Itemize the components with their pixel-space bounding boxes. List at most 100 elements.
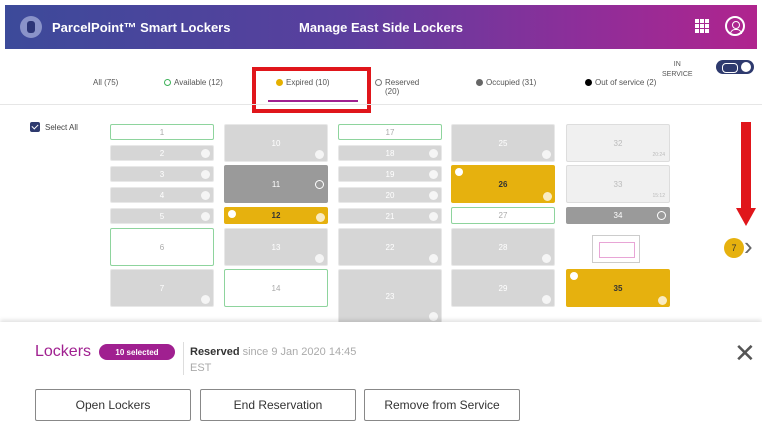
package-icon <box>316 213 325 222</box>
status-detail: since 9 Jan 2020 14:45 <box>239 346 357 358</box>
tab-out-of-service-label: Out of service (2) <box>595 78 657 87</box>
tab-occupied-label: Occupied (31) <box>486 78 537 87</box>
locker-11[interactable]: 11 <box>224 165 328 203</box>
app-header: ParcelPoint™ Smart Lockers Manage East S… <box>5 5 757 49</box>
locker-14[interactable]: 14 <box>224 269 328 307</box>
locker-29[interactable]: 29 <box>451 269 555 307</box>
locker-34[interactable]: 34 <box>566 207 670 224</box>
locker-21[interactable]: 21 <box>338 208 442 224</box>
end-reservation-button[interactable]: End Reservation <box>200 389 356 421</box>
tab-available[interactable]: Available (12) <box>164 78 223 87</box>
locker-time: 15:12 <box>652 193 665 199</box>
package-icon <box>201 170 210 179</box>
locker-17[interactable]: 17 <box>338 124 442 140</box>
filters-divider <box>0 104 762 105</box>
package-icon <box>429 149 438 158</box>
package-icon <box>543 192 552 201</box>
status-label: Reserved <box>190 346 240 358</box>
remove-from-service-button[interactable]: Remove from Service <box>364 389 520 421</box>
selected-count-badge: 10 selected <box>99 344 175 360</box>
tab-occupied[interactable]: Occupied (31) <box>476 78 536 87</box>
blocked-icon <box>315 179 324 189</box>
locker-1[interactable]: 1 <box>110 124 214 140</box>
locker-number: 12 <box>271 211 281 220</box>
package-icon <box>315 254 324 263</box>
locker-20[interactable]: 20 <box>338 187 442 203</box>
chevron-right-icon[interactable]: › <box>744 233 753 259</box>
open-lockers-button[interactable]: Open Lockers <box>35 389 191 421</box>
locker-number: 29 <box>498 283 508 293</box>
locker-number: 27 <box>498 211 508 220</box>
package-icon <box>429 191 438 200</box>
locker-2[interactable]: 2 <box>110 145 214 161</box>
locker-number: 10 <box>271 138 281 148</box>
locker-12[interactable]: 12 <box>224 207 328 224</box>
locker-28[interactable]: 28 <box>451 228 555 266</box>
checkbox-checked-icon <box>30 122 40 132</box>
locker-4[interactable]: 4 <box>110 187 214 203</box>
locker-number: 18 <box>385 148 395 158</box>
locker-time: 20:24 <box>652 152 665 158</box>
tab-reserved[interactable]: Reserved (20) <box>375 78 419 96</box>
selection-title: Lockers <box>35 343 92 360</box>
red-arrow-shaft <box>741 122 751 210</box>
locker-25[interactable]: 25 <box>451 124 555 162</box>
locker-screen-panel <box>592 235 640 263</box>
locker-number: 23 <box>385 292 395 301</box>
locker-13[interactable]: 13 <box>224 228 328 266</box>
tab-all[interactable]: All (75) <box>93 78 118 87</box>
locker-19[interactable]: 19 <box>338 166 442 182</box>
locker-35[interactable]: 35 <box>566 269 670 307</box>
locker-number: 2 <box>159 148 165 158</box>
locker-5[interactable]: 5 <box>110 208 214 224</box>
blocked-icon <box>657 211 666 220</box>
selection-status: Reserved since 9 Jan 2020 14:45 <box>190 346 356 358</box>
locker-number: 7 <box>159 283 165 293</box>
select-all-label: Select All <box>45 122 78 132</box>
locker-number: 3 <box>159 169 165 179</box>
check-circle-icon <box>228 210 236 218</box>
locker-number: 22 <box>385 242 395 252</box>
locker-7[interactable]: 7 <box>110 269 214 307</box>
check-circle-icon <box>455 168 463 176</box>
package-icon <box>201 295 210 304</box>
locker-27[interactable]: 27 <box>451 207 555 224</box>
locker-18[interactable]: 18 <box>338 145 442 161</box>
package-icon <box>429 312 438 321</box>
locker-number: 33 <box>613 179 623 189</box>
apps-grid-icon[interactable] <box>695 19 709 33</box>
locker-26[interactable]: 26 <box>451 165 555 203</box>
locker-number: 35 <box>613 283 623 293</box>
parcelpoint-logo-icon <box>20 16 42 38</box>
package-icon <box>658 296 667 305</box>
locker-22[interactable]: 22 <box>338 228 442 266</box>
package-icon <box>542 150 551 159</box>
locker-number: 32 <box>613 138 623 148</box>
locker-number: 4 <box>159 190 165 200</box>
locker-number: 5 <box>159 211 165 221</box>
package-icon <box>429 170 438 179</box>
user-account-icon[interactable] <box>725 16 745 36</box>
locker-3[interactable]: 3 <box>110 166 214 182</box>
locker-number: 6 <box>159 242 165 252</box>
tab-out-of-service[interactable]: Out of service (2) <box>585 78 656 87</box>
package-icon <box>429 212 438 221</box>
locker-23[interactable]: 23 <box>338 269 442 324</box>
tab-all-label: All (75) <box>93 78 119 87</box>
available-dot-icon <box>164 79 171 86</box>
locker-number: 14 <box>271 283 281 293</box>
package-icon <box>315 150 324 159</box>
in-service-toggle[interactable] <box>716 60 754 74</box>
expired-tab-highlight-box <box>252 67 371 113</box>
in-service-label: IN SERVICE <box>662 61 693 78</box>
tab-available-label: Available (12) <box>174 78 223 87</box>
locker-number: 19 <box>385 169 395 179</box>
locker-10[interactable]: 10 <box>224 124 328 162</box>
package-icon <box>201 149 210 158</box>
locker-number: 13 <box>271 242 281 252</box>
close-icon[interactable]: ✕ <box>734 340 756 366</box>
locker-32[interactable]: 32 20:24 <box>566 124 670 162</box>
locker-6[interactable]: 6 <box>110 228 214 266</box>
select-all-checkbox[interactable]: Select All <box>30 122 78 132</box>
locker-33[interactable]: 33 15:12 <box>566 165 670 203</box>
